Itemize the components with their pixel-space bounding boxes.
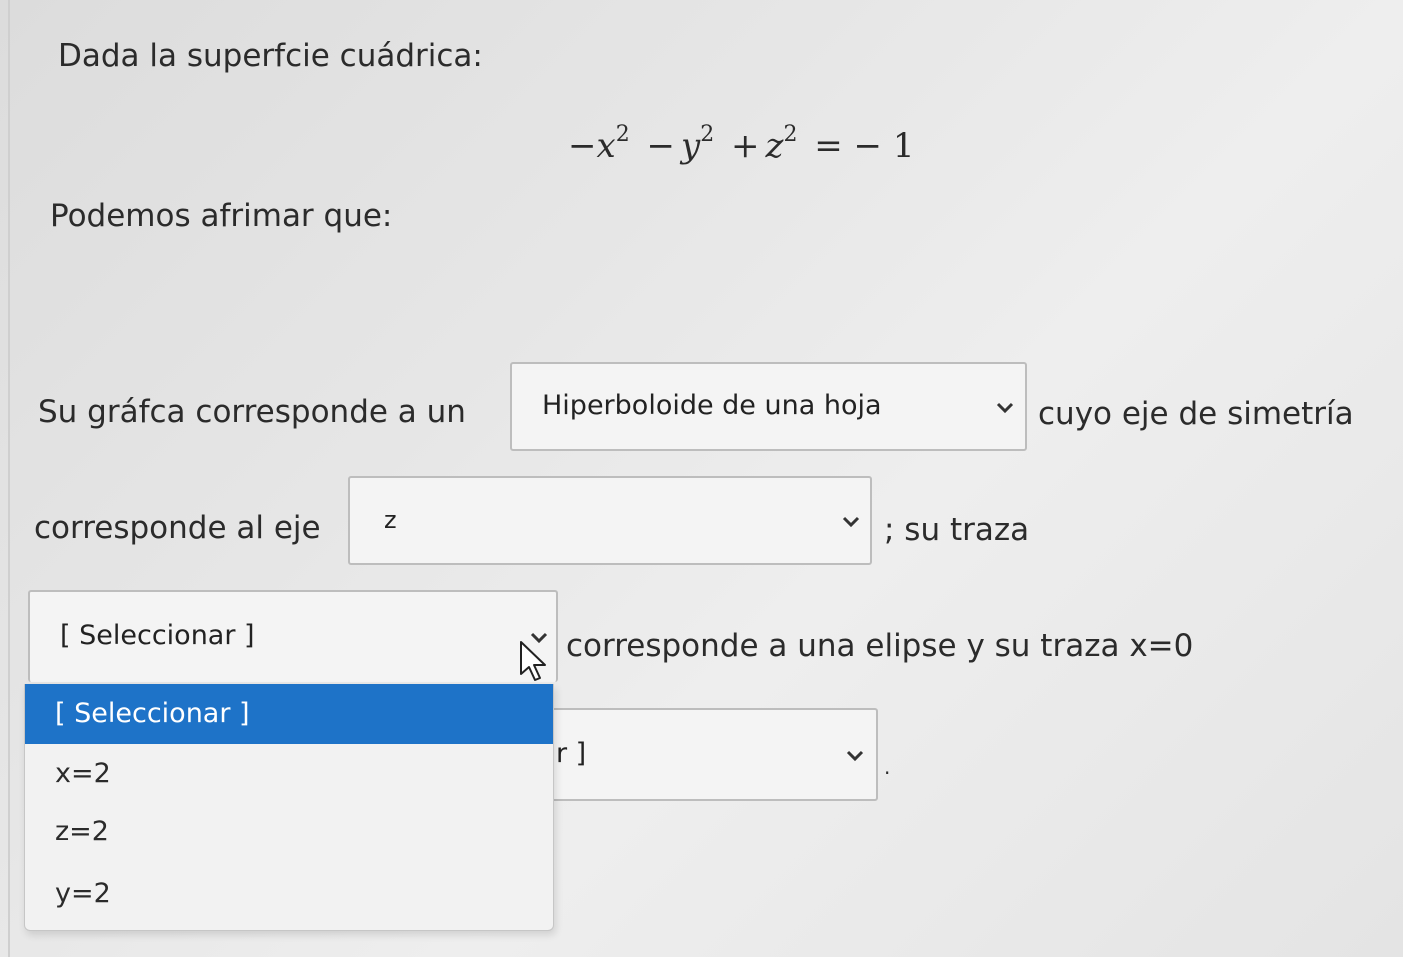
sentence-part2: cuyo eje de simetría — [1038, 396, 1354, 432]
axis-value: z — [384, 506, 397, 534]
dropdown-option-z2[interactable]: z=2 — [25, 802, 553, 862]
equation-op1: − — [646, 126, 676, 166]
sentence-end: . — [884, 755, 891, 779]
surface-type-select[interactable]: Hiperboloide de una hoja — [510, 362, 1027, 451]
trace-x0-value: r ] — [556, 738, 587, 769]
equation-term1-sign: − — [568, 126, 597, 166]
dropdown-option-seleccionar[interactable]: [ Seleccionar ] — [25, 684, 553, 744]
trace-plane-select[interactable]: [ Seleccionar ] — [28, 590, 558, 682]
equation-term3-exp: 2 — [783, 122, 798, 147]
equation-rhs: = − 1 — [814, 126, 915, 166]
equation-term1-var: x — [596, 126, 616, 166]
sentence-part3: corresponde al eje — [34, 510, 321, 546]
chevron-down-icon — [846, 750, 864, 762]
sentence-part1: Su gráfca corresponde a un — [38, 394, 466, 430]
sentence-part5: corresponde a una elipse y su traza x=0 — [566, 628, 1194, 664]
equation-term2-var: y — [681, 126, 701, 166]
equation-term1-exp: 2 — [615, 122, 630, 147]
trace-x0-select[interactable]: r ] — [548, 708, 878, 801]
trace-plane-dropdown-list: [ Seleccionar ] x=2 z=2 y=2 — [24, 684, 554, 931]
chevron-down-icon — [842, 516, 860, 528]
sentence-part4: ; su traza — [884, 512, 1030, 548]
equation-term2-exp: 2 — [700, 122, 715, 147]
chevron-down-icon — [996, 402, 1014, 414]
dropdown-option-y2[interactable]: y=2 — [25, 864, 553, 924]
question-title: Dada la superfcie cuádrica: — [58, 38, 483, 74]
dropdown-option-x2[interactable]: x=2 — [25, 744, 553, 804]
trace-plane-value: [ Seleccionar ] — [60, 620, 255, 651]
equation-op2: + — [731, 126, 760, 166]
question-intro: Podemos afrimar que: — [50, 198, 393, 234]
quadric-equation: −x2 − y2 + z2 = − 1 — [568, 122, 921, 166]
axis-select[interactable]: z — [348, 476, 872, 565]
equation-term3-var: z — [765, 126, 784, 166]
left-border-rule — [8, 0, 10, 957]
surface-type-value: Hiperboloide de una hoja — [542, 390, 882, 421]
mouse-pointer-icon — [520, 641, 546, 681]
